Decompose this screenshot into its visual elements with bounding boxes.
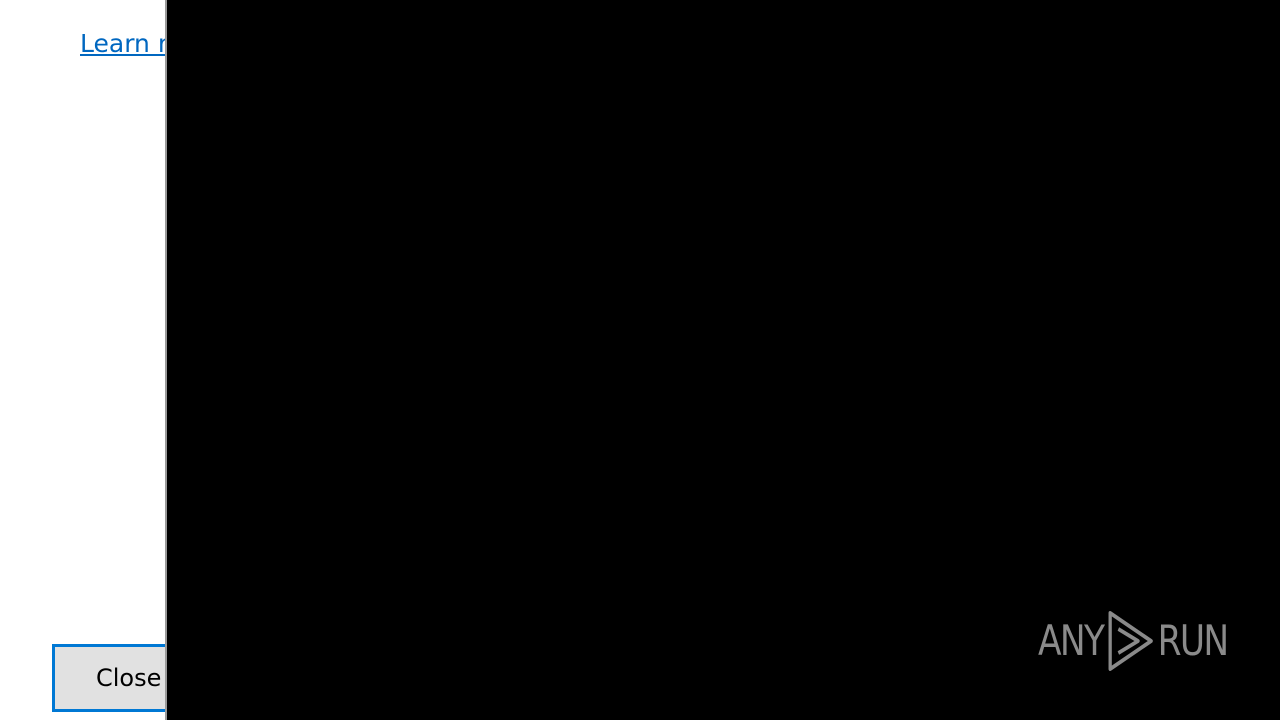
close-button[interactable]: Close	[52, 644, 165, 712]
watermark-text-right: RUN	[1157, 616, 1230, 665]
play-icon	[1108, 611, 1153, 671]
watermark-text-left: ANY	[1038, 616, 1105, 665]
screen: Learn more Close ANY RUN	[0, 0, 1280, 720]
dialog-panel: Learn more Close	[0, 0, 165, 720]
learn-more-link[interactable]: Learn more	[80, 28, 165, 60]
anyrun-watermark: ANY RUN	[1038, 608, 1229, 674]
